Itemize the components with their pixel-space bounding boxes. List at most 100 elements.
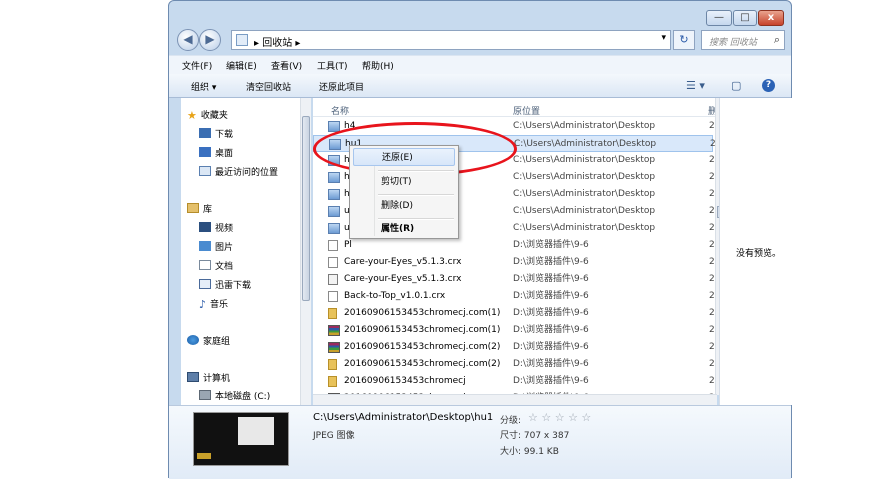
view-options-icon[interactable]: ☰ ▾ [686,79,705,92]
file-name: 20160906153453chromecj.com(2) [344,359,501,369]
details-size: 大小: 99.1 KB [500,447,559,457]
back-button[interactable]: ◀ [177,29,199,51]
restore-item-button[interactable]: 还原此项目 [319,80,364,93]
navigation-pane: ★ 收藏夹 下载 桌面 最近访问的位置 库 视频 图片 文档 迅雷下载 ♪ 音乐 家 [181,98,307,405]
forward-arrow-icon: ▶ [205,32,215,46]
pictures-icon [199,241,211,251]
desktop-icon [199,147,211,157]
address-dropdown-button[interactable]: ▾ [661,33,666,43]
context-menu-delete[interactable]: 删除(D) [353,197,455,215]
sidebar-item-thunder[interactable]: 迅雷下载 [199,278,251,294]
file-row[interactable]: Pl D:\浏览器插件\9-6 2 [313,237,715,254]
sidebar-item-documents[interactable]: 文档 [199,259,233,275]
library-icon [187,203,199,213]
file-original-location: D:\浏览器插件\9-6 [513,376,589,386]
menu-help[interactable]: 帮助(H) [362,59,394,72]
folder-icon [328,376,337,387]
help-icon[interactable]: ? [762,79,775,92]
image-file-icon [328,189,340,200]
search-input[interactable]: 搜索 回收站 ⌕ [701,30,785,50]
minimize-button[interactable]: — [706,10,732,26]
sidebar-item-videos[interactable]: 视频 [199,221,233,237]
details-file-type: JPEG 图像 [313,431,355,441]
file-original-location: C:\Users\Administrator\Desktop [513,172,656,182]
file-original-location: D:\浏览器插件\9-6 [513,257,589,267]
forward-button[interactable]: ▶ [199,29,221,51]
file-name: Back-to-Top_v1.0.1.crx [344,291,446,301]
file-name: 20160906153453chromecj.com(1) [344,325,501,335]
sidebar-item-desktop[interactable]: 桌面 [199,146,233,162]
file-name: Care-your-Eyes_v5.1.3.crx [344,257,462,267]
sidebar-item-downloads[interactable]: 下载 [199,127,233,143]
blank-file-icon [328,240,338,251]
file-row[interactable]: 20160906153453chromecj D:\浏览器插件\9-6 2 [313,373,715,390]
file-row[interactable]: 20160906153453chromecj.com(1) D:\浏览器插件\9-… [313,322,715,339]
horizontal-scrollbar[interactable] [313,394,717,405]
sidebar-item-local-disk-c[interactable]: 本地磁盘 (C:) [199,389,270,405]
file-name: 20160906153453chromecj [344,376,466,386]
thumbnail-dialog-shape [238,417,274,445]
sidebar-item-computer[interactable]: 计算机 [187,371,230,387]
file-date-deleted: 2 [709,155,715,165]
blank-file-icon [328,291,338,302]
file-original-location: D:\浏览器插件\9-6 [513,325,589,335]
maximize-button[interactable]: □ [733,10,757,26]
blank-file-icon [328,257,338,268]
file-date-deleted: 2 [709,121,715,131]
recent-places-icon [199,166,211,176]
menu-file[interactable]: 文件(F) [182,59,212,72]
file-date-deleted: 2 [709,189,715,199]
image-file-icon [328,172,340,183]
organize-button[interactable]: 组织 ▾ [191,80,216,93]
file-original-location: C:\Users\Administrator\Desktop [514,139,657,149]
sidebar-scrollbar[interactable] [300,98,311,405]
search-icon[interactable]: ⌕ [774,33,780,47]
address-bar[interactable]: ▸ 回收站 ▸ ▾ [231,30,671,50]
back-arrow-icon: ◀ [183,32,193,46]
column-name[interactable]: 名称 [331,104,349,117]
sidebar-item-recent[interactable]: 最近访问的位置 [199,165,278,181]
file-row[interactable]: 20160906153453chromecj.com(1) D:\浏览器插件\9-… [313,305,715,322]
menu-view[interactable]: 查看(V) [271,59,302,72]
empty-recycle-bin-button[interactable]: 清空回收站 [246,80,291,93]
file-row[interactable]: Care-your-Eyes_v5.1.3.crx D:\浏览器插件\9-6 2 [313,254,715,271]
rating-stars-icon[interactable]: ☆ ☆ ☆ ☆ ☆ [528,411,591,424]
preview-pane-icon[interactable]: ▢ [731,79,741,92]
command-toolbar: 组织 ▾ 清空回收站 还原此项目 ☰ ▾ ▢ ? [169,74,791,98]
column-original-location[interactable]: 原位置 [513,104,540,117]
computer-icon [187,372,199,382]
menu-edit[interactable]: 编辑(E) [226,59,257,72]
menu-tools[interactable]: 工具(T) [317,59,348,72]
breadcrumb: ▸ 回收站 ▸ [254,38,301,49]
sidebar-item-libraries[interactable]: 库 [187,202,212,218]
file-original-location: C:\Users\Administrator\Desktop [513,223,656,233]
file-original-location: D:\浏览器插件\9-6 [513,274,589,284]
download-folder-icon [199,128,211,138]
context-menu-restore[interactable]: 还原(E) [353,148,455,166]
thunder-download-icon [199,279,211,289]
sidebar-item-music[interactable]: ♪ 音乐 [199,297,228,313]
sidebar-item-homegroup[interactable]: 家庭组 [187,334,230,350]
refresh-button[interactable]: ↻ [673,30,695,50]
file-row[interactable]: Back-to-Top_v1.0.1.crx D:\浏览器插件\9-6 2 [313,288,715,305]
context-menu-properties[interactable]: 属性(R) [353,220,455,238]
explorer-window: — □ x ◀ ▶ ▸ 回收站 ▸ ▾ ↻ 搜索 回收站 ⌕ 文件(F) 编辑(… [168,0,792,479]
file-row[interactable]: Care-your-Eyes_v5.1.3.crx D:\浏览器插件\9-6 2 [313,271,715,288]
file-original-location: C:\Users\Administrator\Desktop [513,121,656,131]
context-menu: 还原(E) 剪切(T) 删除(D) 属性(R) [349,145,459,239]
sidebar-item-pictures[interactable]: 图片 [199,240,233,256]
file-original-location: D:\浏览器插件\9-6 [513,342,589,352]
preview-pane: 没有预览。 [719,98,792,405]
context-menu-separator [378,170,454,172]
archive-icon [328,342,340,353]
sidebar-scroll-thumb[interactable] [302,116,310,301]
homegroup-icon [187,335,199,345]
file-original-location: D:\浏览器插件\9-6 [513,359,589,369]
context-menu-cut[interactable]: 剪切(T) [353,173,455,191]
close-button[interactable]: x [758,10,784,26]
file-row[interactable]: 20160906153453chromecj.com(2) D:\浏览器插件\9-… [313,339,715,356]
details-pane: C:\Users\Administrator\Desktop\hu1 JPEG … [169,405,791,479]
file-original-location: D:\浏览器插件\9-6 [513,240,589,250]
sidebar-item-favorites[interactable]: ★ 收藏夹 [187,108,228,124]
file-row[interactable]: 20160906153453chromecj.com(2) D:\浏览器插件\9-… [313,356,715,373]
